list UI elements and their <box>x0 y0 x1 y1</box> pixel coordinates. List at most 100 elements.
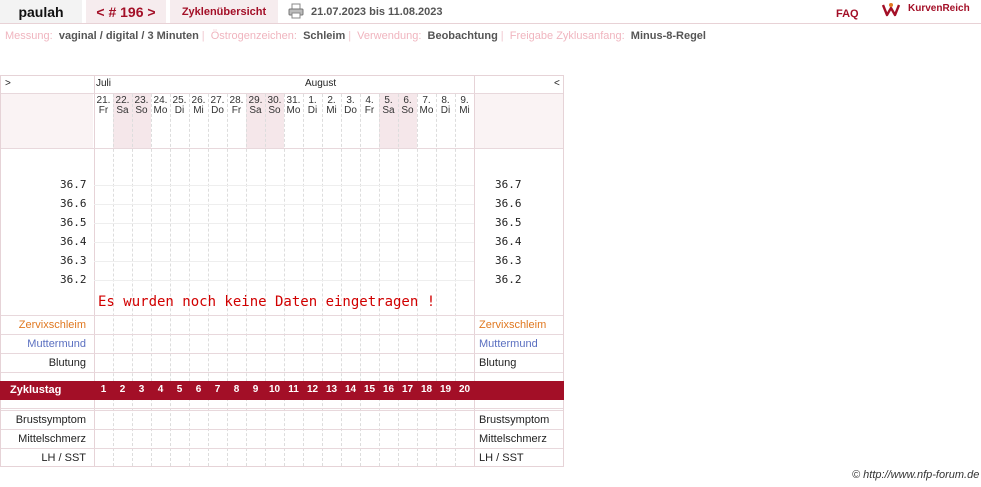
cycle-navigation[interactable]: < # 196 > <box>86 0 166 24</box>
month-label-july: Juli <box>96 78 112 89</box>
printer-icon[interactable] <box>288 3 304 19</box>
day-cell: 8. Di <box>436 96 455 116</box>
temperature-label: 36.5 <box>60 216 87 229</box>
cycle-overview-link[interactable]: Zyklenübersicht <box>170 0 278 24</box>
temperature-grid-line <box>94 223 474 224</box>
cycle-day-number: 13 <box>325 384 338 395</box>
cycle-day-number: 15 <box>363 384 376 395</box>
day-cell: 28. Fr <box>227 96 246 116</box>
prev-cycle-button[interactable]: > <box>5 78 11 89</box>
temperature-label-right: 36.6 <box>495 197 522 210</box>
next-cycle-button[interactable]: < <box>554 78 560 89</box>
row-label-zervixschleim-right: Zervixschleim <box>479 319 547 331</box>
day-cell: 26. Mi <box>189 96 208 116</box>
day-cell: 9. Mi <box>455 96 474 116</box>
day-cell: 6. So <box>398 96 417 116</box>
meta-value: Beobachtung <box>427 30 498 42</box>
day-cell: 5. Sa <box>379 96 398 116</box>
day-cell: 1. Di <box>303 96 322 116</box>
day-cell: 31. Mo <box>284 96 303 116</box>
temperature-label-right: 36.2 <box>495 273 522 286</box>
day-cell: 23. So <box>132 96 151 116</box>
row-label-muttermund-right: Muttermund <box>479 338 538 350</box>
grid-row-line <box>1 372 563 373</box>
meta-value: Minus-8-Regel <box>630 30 706 42</box>
row-label-zervixschleim: Zervixschleim <box>18 319 86 331</box>
day-weekday: Mi <box>193 105 204 116</box>
meta-key: Östrogenzeichen: <box>210 30 297 42</box>
header-side-band <box>475 94 563 148</box>
temperature-grid-line <box>94 204 474 205</box>
faq-link[interactable]: FAQ <box>836 8 859 20</box>
day-cell: 29. Sa <box>246 96 265 116</box>
temperature-label: 36.2 <box>60 273 87 286</box>
day-cell: 3. Do <box>341 96 360 116</box>
temperature-label: 36.6 <box>60 197 87 210</box>
cycle-day-number: 20 <box>458 384 471 395</box>
cycle-day-number: 1 <box>100 384 107 395</box>
temperature-grid-line <box>94 280 474 281</box>
header-divider <box>0 23 981 24</box>
cycle-day-number: 18 <box>420 384 433 395</box>
temperature-grid-line <box>94 185 474 186</box>
row-label-brustsymptom: Brustsymptom <box>15 414 86 426</box>
day-cell: 25. Di <box>170 96 189 116</box>
cycle-day-number: 17 <box>401 384 414 395</box>
grid-row-line <box>1 429 563 430</box>
cycle-day-number: 14 <box>344 384 357 395</box>
cycle-day-number: 7 <box>214 384 221 395</box>
meta-key: Freigabe Zyklusanfang: <box>509 30 625 42</box>
cycle-day-number: 8 <box>233 384 240 395</box>
day-weekday: Fr <box>231 105 242 116</box>
date-range: 21.07.2023 bis 11.08.2023 <box>311 6 443 18</box>
grid-row-line <box>1 410 563 411</box>
cycle-day-number: 12 <box>306 384 319 395</box>
day-weekday: Sa <box>116 105 129 116</box>
day-weekday: So <box>401 105 414 116</box>
day-weekday: Mo <box>153 105 168 116</box>
grid-row-line <box>1 334 563 335</box>
day-weekday: Fr <box>98 105 109 116</box>
cycle-day-number: 4 <box>157 384 164 395</box>
day-weekday: Fr <box>364 105 375 116</box>
row-label-brustsymptom-right: Brustsymptom <box>479 414 550 426</box>
temperature-label: 36.4 <box>60 235 87 248</box>
temperature-label-right: 36.5 <box>495 216 522 229</box>
temperature-grid-line <box>94 261 474 262</box>
day-cell: 7. Mo <box>417 96 436 116</box>
day-weekday: Sa <box>249 105 262 116</box>
row-label-blutung-right: Blutung <box>479 357 517 369</box>
day-cell: 30. So <box>265 96 284 116</box>
temperature-label-right: 36.7 <box>495 178 522 191</box>
day-weekday: Do <box>344 105 357 116</box>
day-cell: 24. Mo <box>151 96 170 116</box>
meta-key: Messung: <box>5 30 53 42</box>
username: paulah <box>0 0 82 24</box>
grid-row-line <box>1 93 563 94</box>
meta-key: Verwendung: <box>357 30 422 42</box>
cycle-day-number: 16 <box>382 384 395 395</box>
day-weekday: Do <box>211 105 224 116</box>
row-label-lh-sst: LH / SST <box>41 452 86 464</box>
kurvenreich-link[interactable]: KurvenReich <box>908 3 970 14</box>
row-label-mittelschmerz-right: Mittelschmerz <box>479 433 547 445</box>
day-cell: 21. Fr <box>94 96 113 116</box>
cycle-day-number: 6 <box>195 384 202 395</box>
header-side-band <box>1 94 93 148</box>
cycle-day-number: 11 <box>288 384 299 395</box>
day-cell: 27. Do <box>208 96 227 116</box>
grid-row-line <box>1 408 563 409</box>
meta-value: Schleim <box>303 30 346 42</box>
temperature-grid-line <box>94 242 474 243</box>
day-weekday: So <box>135 105 148 116</box>
day-weekday: Sa <box>382 105 395 116</box>
row-label-muttermund: Muttermund <box>27 338 86 350</box>
kurvenreich-logo-icon[interactable] <box>881 2 901 18</box>
cycle-day-number: 3 <box>138 384 145 395</box>
no-data-message: Es wurden noch keine Daten eingetragen ! <box>98 294 436 310</box>
row-label-mittelschmerz: Mittelschmerz <box>18 433 86 445</box>
temperature-label: 36.7 <box>60 178 87 191</box>
cycle-day-number: 5 <box>176 384 183 395</box>
grid-row-line <box>1 315 563 316</box>
grid-row-line <box>1 448 563 449</box>
